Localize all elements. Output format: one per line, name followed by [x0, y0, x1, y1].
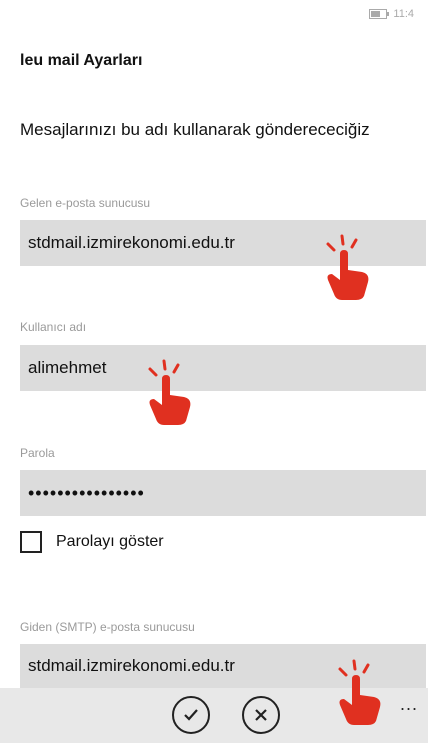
battery-icon	[369, 9, 390, 19]
incoming-server-label: Gelen e-posta sunucusu	[20, 196, 151, 210]
tap-hand-icon	[338, 659, 381, 725]
description-text: Mesajlarınızı bu adı kullanarak gönderec…	[20, 120, 370, 139]
password-input[interactable]: ••••••••••••••••	[20, 470, 426, 516]
tap-hand-icon	[148, 359, 191, 425]
password-label: Parola	[20, 446, 55, 460]
more-icon[interactable]: ...	[400, 694, 418, 715]
tap-hand-icon	[326, 234, 369, 300]
cancel-button[interactable]	[242, 696, 280, 734]
status-time: 11:4	[393, 8, 414, 20]
show-password-label: Parolayı göster	[56, 533, 164, 550]
save-button[interactable]	[172, 696, 210, 734]
page-title: leu mail Ayarları	[20, 52, 143, 69]
username-label: Kullanıcı adı	[20, 320, 87, 334]
close-icon	[255, 709, 267, 721]
show-password-row[interactable]: Parolayı göster	[20, 531, 164, 553]
show-password-checkbox[interactable]	[20, 531, 42, 553]
username-input[interactable]: alimehmet	[20, 345, 426, 391]
status-bar: 11:4	[369, 8, 414, 20]
check-icon	[184, 709, 198, 721]
outgoing-server-label: Giden (SMTP) e-posta sunucusu	[20, 620, 195, 634]
